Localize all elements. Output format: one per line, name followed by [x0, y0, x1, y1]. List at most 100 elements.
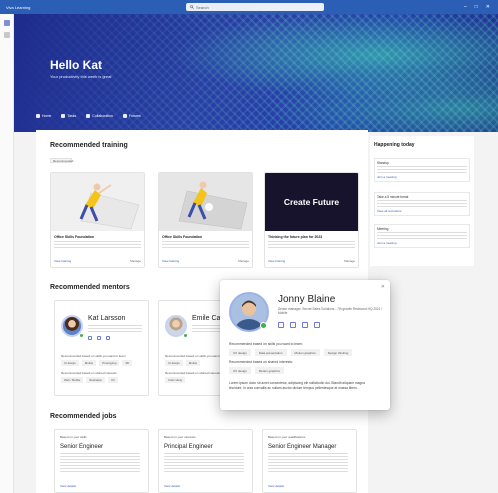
profile-subtitle: Senior manager, Secret Sales Solutions -… [278, 307, 383, 316]
home-icon [36, 114, 40, 118]
training-card-description [54, 241, 141, 249]
job-card[interactable]: Based on your qualifications Senior Engi… [262, 429, 357, 493]
profile-popup-card: ✕ Jonny Blaine Senior manager, Secret Sa… [220, 280, 390, 410]
join-meeting-link[interactable]: Join a meeting [377, 241, 467, 245]
job-title: Senior Engineer Manager [268, 444, 337, 450]
maximize-icon[interactable]: □ [475, 4, 478, 10]
view-details-link[interactable]: View details [268, 484, 284, 488]
training-card[interactable]: Office Skills Foundation View training Ma… [50, 172, 145, 268]
happening-item-text [377, 232, 467, 239]
mentor-title [88, 325, 142, 333]
org-chart-icon[interactable] [314, 322, 320, 328]
person-illustration-icon [79, 183, 140, 230]
happening-item-title: Meeting [377, 227, 389, 231]
search-placeholder: Search [196, 4, 209, 10]
profile-name: Jonny Blaine [278, 294, 336, 305]
skill-chip: Motion graphics [290, 349, 320, 356]
happening-title: Happening today [374, 142, 415, 148]
training-card-title: Office Skills Foundation [54, 235, 95, 239]
hero-links: Home Tasks Collaboration Forums [36, 114, 141, 118]
training-thumbnail [51, 173, 144, 231]
hero-link-forums[interactable]: Forums [122, 114, 141, 118]
hero-title: Hello Kat [50, 58, 103, 72]
training-card[interactable]: Office Skills Foundation View training Ma… [158, 172, 253, 268]
mentor-reason: Recommended based on skills you want to … [61, 354, 126, 358]
mentor-name: Kat Larsson [88, 315, 126, 322]
training-card-description [162, 241, 249, 249]
presence-icon [79, 333, 84, 338]
search-input[interactable]: Search [186, 3, 324, 11]
interest-chip: UX design [229, 367, 251, 374]
manage-button[interactable]: Manage [238, 259, 249, 263]
view-details-link[interactable]: View details [60, 484, 76, 488]
mentor-card[interactable]: Kat Larsson Recommended based on skills … [54, 300, 149, 396]
mentor-reason: Recommended based on shared interests [165, 371, 221, 375]
jobs-title: Recommended jobs [50, 413, 117, 420]
training-card-title: Thinking the future plan for 2023 [268, 235, 323, 239]
skill-chip: 3D [122, 360, 132, 366]
training-thumbnail [159, 173, 252, 231]
training-card[interactable]: Create Future Thinking the future plan f… [264, 172, 359, 268]
skill-chip: Motion [185, 360, 201, 366]
hero-link-tasks[interactable]: Tasks [61, 114, 76, 118]
hero-link-collaboration[interactable]: Collaboration [86, 114, 113, 118]
manage-button[interactable]: Manage [130, 259, 141, 263]
person-illustration-icon [178, 181, 248, 230]
happening-item-text [377, 200, 467, 207]
close-icon[interactable]: ✕ [381, 284, 385, 290]
interest-chip: UX [108, 377, 118, 383]
job-description [164, 453, 244, 473]
mail-icon[interactable] [290, 322, 296, 328]
join-meeting-link[interactable]: Join a meeting [377, 175, 467, 179]
happening-item[interactable]: Meeting Join a meeting [374, 224, 470, 248]
interest-chip: Web / Mobile [61, 377, 84, 383]
job-description [268, 453, 348, 473]
view-training-link[interactable]: View training [162, 259, 179, 263]
happening-item[interactable]: Standup Join a meeting [374, 158, 470, 182]
calendar-icon[interactable] [106, 336, 110, 340]
job-title: Principal Engineer [164, 444, 213, 450]
skill-chip: Motion [81, 360, 97, 366]
skill-chip: Data presentation [254, 349, 287, 356]
view-training-link[interactable]: View training [268, 259, 285, 263]
job-title: Senior Engineer [60, 444, 104, 450]
job-badge: Based on your skills [60, 435, 87, 439]
minimize-icon[interactable]: – [464, 4, 467, 10]
happening-item-title: Standup [377, 161, 389, 165]
skill-chip: Prototyping [99, 360, 120, 366]
training-title: Recommended training [50, 142, 128, 149]
skill-chip: UI design [61, 360, 79, 366]
happening-today-panel: Happening today Standup Join a meeting T… [370, 136, 474, 266]
app-name: Viva Learning [6, 4, 31, 10]
hero-link-home[interactable]: Home [36, 114, 51, 118]
thumbnail-text: Create Future [283, 197, 340, 207]
chat-icon [122, 114, 127, 118]
mentor-reason: Recommended based on shared interests [61, 371, 117, 375]
profile-description: Lorem ipsum dolor sit amet consectetur, … [229, 381, 365, 390]
mail-icon[interactable] [97, 336, 101, 340]
profile-reason-interests: Recommended based on shared interests: [229, 360, 293, 364]
chat-icon[interactable] [278, 322, 284, 328]
chat-icon[interactable] [88, 336, 92, 340]
view-details-link[interactable]: View details [164, 484, 180, 488]
presence-icon [260, 322, 267, 329]
training-thumbnail: Create Future [265, 173, 358, 231]
skill-chip: UI design [165, 360, 183, 366]
home-icon[interactable] [3, 20, 10, 26]
happening-item[interactable]: Take a 5 minute break View all reminders [374, 192, 470, 216]
manage-button[interactable]: Manage [344, 259, 355, 263]
search-icon [190, 5, 194, 9]
job-card[interactable]: Based on your interests Principal Engine… [158, 429, 253, 493]
training-card-description [268, 241, 355, 249]
filter-pill[interactable]: Recommended [50, 158, 73, 163]
close-icon[interactable]: ✕ [486, 4, 490, 10]
interest-chip: Color study [165, 377, 186, 383]
job-card[interactable]: Based on your skills Senior Engineer Vie… [54, 429, 149, 493]
calendar-icon[interactable] [302, 322, 308, 328]
view-training-link[interactable]: View training [54, 259, 71, 263]
skill-chip: UX design [229, 349, 251, 356]
apps-icon[interactable] [3, 32, 10, 38]
view-reminders-link[interactable]: View all reminders [377, 209, 467, 213]
presence-icon [183, 333, 188, 338]
left-rail [0, 14, 14, 493]
